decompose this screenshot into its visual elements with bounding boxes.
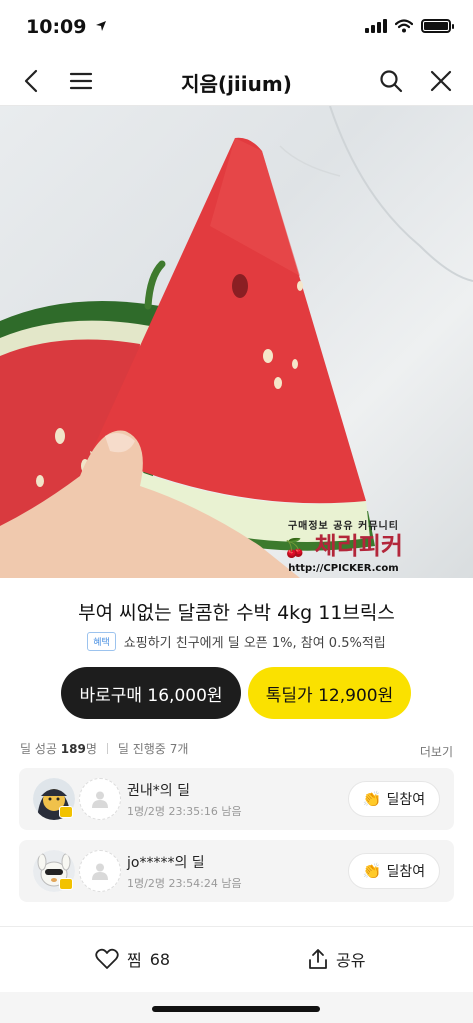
more-link[interactable]: 더보기: [420, 743, 453, 760]
search-button[interactable]: [376, 66, 406, 96]
watermelon-photo: [0, 106, 473, 578]
join-deal-label: 딜참여: [386, 864, 426, 880]
status-time: 10:09: [26, 16, 107, 38]
deal-name: jo*****의 딜: [127, 855, 205, 871]
status-icons: [365, 19, 454, 33]
benefit-text: 쇼핑하기 친구에게 딜 오픈 1%, 참여 0.5%적립: [123, 636, 386, 651]
watermark-url: http://CPICKER.com: [288, 563, 399, 574]
product-image: 구매정보 공유 커뮤니티 🍒 체리피커 http://CPICKER.com: [0, 106, 473, 578]
cherry-logo-icon: 🍒: [283, 538, 307, 559]
deal-card: jo*****의 딜 1명/2명 23:54:24 남음 👏 딜참여: [19, 840, 454, 902]
watermark: 구매정보 공유 커뮤니티 🍒 체리피커 http://CPICKER.com: [284, 517, 403, 574]
crown-badge-icon: [59, 878, 73, 890]
close-button[interactable]: [426, 66, 456, 96]
cellular-signal-icon: [365, 19, 387, 33]
benefit-row: 혜택 쇼핑하기 친구에게 딜 오픈 1%, 참여 0.5%적립: [0, 632, 473, 651]
search-icon: [380, 70, 403, 93]
join-deal-label: 딜참여: [386, 792, 426, 808]
share-button[interactable]: 공유: [308, 947, 365, 971]
divider: [106, 743, 108, 754]
join-deal-button[interactable]: 👏 딜참여: [348, 781, 440, 817]
deal-success-stat: 딜 성공 189명: [20, 742, 97, 756]
buy-now-button[interactable]: 바로구매 16,000원: [61, 667, 241, 719]
battery-icon: [421, 19, 454, 33]
person-placeholder-icon: [92, 791, 108, 808]
nav-bar: 지음(jiium): [0, 56, 473, 106]
like-label: 찜: [127, 951, 142, 970]
watermark-tagline: 구매정보 공유 커뮤니티: [287, 521, 399, 532]
empty-avatar-slot: [79, 778, 121, 820]
crown-badge-icon: [59, 806, 73, 818]
product-title: 부여 씨없는 달콤한 수박 4kg 11브릭스: [78, 602, 395, 624]
home-indicator[interactable]: [152, 1006, 320, 1012]
empty-avatar-slot: [79, 850, 121, 892]
deal-meta: 1명/2명 23:35:16 남음: [127, 805, 242, 818]
watermark-brand: 🍒 체리피커: [283, 532, 403, 560]
clap-hands-icon: 👏: [362, 862, 382, 880]
bottom-action-bar: 찜 68 공유: [0, 926, 473, 992]
like-count: 68: [149, 949, 171, 969]
benefit-tag: 혜택: [87, 632, 116, 651]
deal-card: 권내*의 딜 1명/2명 23:35:16 남음 👏 딜참여: [19, 768, 454, 830]
wifi-icon: [395, 19, 413, 33]
close-icon: [430, 70, 452, 92]
clap-hands-icon: 👏: [362, 790, 382, 808]
status-bar: 10:09: [0, 0, 473, 56]
talk-deal-button[interactable]: 톡딜가 12,900원: [248, 667, 411, 719]
deal-meta: 1명/2명 23:54:24 남음: [127, 877, 242, 890]
deal-stats: 딜 성공 189명 딜 진행중 7개: [20, 740, 188, 757]
deal-name: 권내*의 딜: [127, 783, 190, 799]
deal-ongoing-stat: 딜 진행중 7개: [117, 742, 189, 756]
share-icon: [309, 949, 327, 969]
location-arrow-icon: [96, 21, 107, 31]
heart-icon: [95, 948, 119, 969]
person-placeholder-icon: [92, 863, 108, 880]
like-button[interactable]: 찜 68: [95, 947, 170, 971]
join-deal-button[interactable]: 👏 딜참여: [348, 853, 440, 889]
share-label: 공유: [336, 951, 366, 970]
